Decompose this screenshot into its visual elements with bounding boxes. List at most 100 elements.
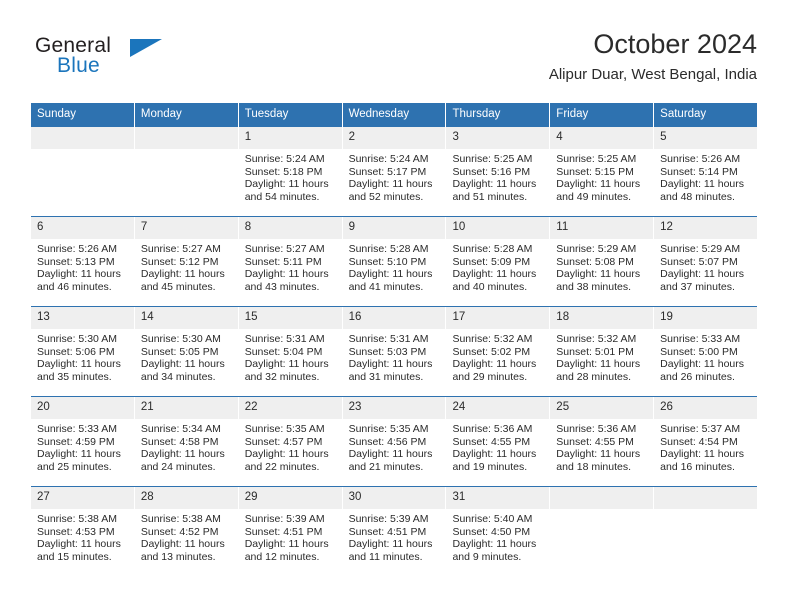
day-number: 24 xyxy=(446,397,550,419)
sunset-text: Sunset: 5:11 PM xyxy=(244,255,322,268)
sunrise-text: Sunrise: 5:33 AM xyxy=(660,333,741,345)
daylight-text: Daylight: 11 hours and 11 minutes. xyxy=(348,538,433,563)
day-cell-18[interactable]: 18 Sunrise: 5:32 AM Sunset: 5:01 PM Dayligh… xyxy=(550,307,655,396)
sunset-text: Sunset: 5:04 PM xyxy=(244,345,323,358)
sunset-text: Sunset: 5:02 PM xyxy=(452,345,531,358)
page-title: October 2024 xyxy=(593,29,757,59)
day-number: 7 xyxy=(134,217,238,239)
day-number: 13 xyxy=(31,307,134,329)
day-cell-27[interactable]: 27 Sunrise: 5:38 AM Sunset: 4:53 PM Dayligh… xyxy=(31,487,135,576)
day-cell-4[interactable]: 4 Sunrise: 5:25 AM Sunset: 5:15 PM Daylight… xyxy=(550,127,655,216)
day-cell-9[interactable]: 9 Sunrise: 5:28 AM Sunset: 5:10 PM Daylight… xyxy=(342,217,447,306)
day-details: Sunrise: 5:33 AM Sunset: 4:59 PM Daylight:… xyxy=(31,419,134,473)
day-cell-22[interactable]: 22 Sunrise: 5:35 AM Sunset: 4:57 PM Dayligh… xyxy=(238,397,343,486)
day-cell-25[interactable]: 25 Sunrise: 5:36 AM Sunset: 4:55 PM Dayligh… xyxy=(550,397,655,486)
sunrise-text: Sunrise: 5:37 AM xyxy=(660,423,741,435)
day-details: Sunrise: 5:32 AM Sunset: 5:02 PM Daylight:… xyxy=(446,329,549,383)
daylight-text: Daylight: 11 hours and 25 minutes. xyxy=(37,448,121,473)
weekday-header-friday: Friday xyxy=(550,103,655,127)
sunrise-text: Sunrise: 5:38 AM xyxy=(37,513,117,525)
sunrise-text: Sunrise: 5:28 AM xyxy=(348,243,429,255)
calendar-weeks: 1 Sunrise: 5:24 AM Sunset: 5:18 PM Daylight… xyxy=(31,127,758,576)
sunset-text: Sunset: 5:13 PM xyxy=(37,255,115,268)
day-cell-1[interactable]: 1 Sunrise: 5:24 AM Sunset: 5:18 PM Daylight… xyxy=(238,127,343,216)
daylight-text: Daylight: 11 hours and 19 minutes. xyxy=(452,448,537,473)
sunset-text: Sunset: 4:54 PM xyxy=(660,435,738,448)
day-cell-17[interactable]: 17 Sunrise: 5:32 AM Sunset: 5:02 PM Dayligh… xyxy=(446,307,551,396)
daylight-text: Daylight: 11 hours and 37 minutes. xyxy=(660,268,745,293)
daylight-text: Daylight: 11 hours and 40 minutes. xyxy=(452,268,537,293)
sunrise-text: Sunrise: 5:39 AM xyxy=(348,513,429,525)
daylight-text: Daylight: 11 hours and 15 minutes. xyxy=(37,538,121,563)
day-number: 27 xyxy=(31,487,134,509)
sunset-text: Sunset: 4:51 PM xyxy=(348,525,427,538)
day-number: 3 xyxy=(446,127,550,149)
daylight-text: Daylight: 11 hours and 38 minutes. xyxy=(556,268,641,293)
day-cell-21[interactable]: 21 Sunrise: 5:34 AM Sunset: 4:58 PM Dayligh… xyxy=(134,397,239,486)
day-cell-13[interactable]: 13 Sunrise: 5:30 AM Sunset: 5:06 PM Dayligh… xyxy=(31,307,135,396)
day-cell-16[interactable]: 16 Sunrise: 5:31 AM Sunset: 5:03 PM Dayligh… xyxy=(342,307,447,396)
sunrise-text: Sunrise: 5:29 AM xyxy=(556,243,637,255)
day-cell-empty xyxy=(654,487,758,576)
sunset-text: Sunset: 4:59 PM xyxy=(37,435,115,448)
day-cell-23[interactable]: 23 Sunrise: 5:35 AM Sunset: 4:56 PM Dayligh… xyxy=(342,397,447,486)
daylight-text: Daylight: 11 hours and 22 minutes. xyxy=(244,448,329,473)
day-number: 23 xyxy=(342,397,446,419)
day-number: 2 xyxy=(342,127,446,149)
day-cell-24[interactable]: 24 Sunrise: 5:36 AM Sunset: 4:55 PM Dayligh… xyxy=(446,397,551,486)
day-details: Sunrise: 5:38 AM Sunset: 4:52 PM Daylight:… xyxy=(135,509,238,563)
weekday-header-wednesday: Wednesday xyxy=(342,103,447,127)
sunrise-text: Sunrise: 5:31 AM xyxy=(244,333,325,345)
day-number: 10 xyxy=(446,217,550,239)
weekday-header-tuesday: Tuesday xyxy=(238,103,343,127)
sunrise-text: Sunrise: 5:33 AM xyxy=(37,423,117,435)
daylight-text: Daylight: 11 hours and 16 minutes. xyxy=(660,448,745,473)
weekday-header-sunday: Sunday xyxy=(31,103,135,127)
day-cell-5[interactable]: 5 Sunrise: 5:26 AM Sunset: 5:14 PM Daylight… xyxy=(654,127,758,216)
sunset-text: Sunset: 4:50 PM xyxy=(452,525,531,538)
day-details: Sunrise: 5:38 AM Sunset: 4:53 PM Daylight:… xyxy=(31,509,134,563)
daylight-text: Daylight: 11 hours and 49 minutes. xyxy=(556,178,641,203)
sunrise-text: Sunrise: 5:30 AM xyxy=(37,333,117,345)
day-number: 22 xyxy=(238,397,342,419)
day-cell-14[interactable]: 14 Sunrise: 5:30 AM Sunset: 5:05 PM Dayligh… xyxy=(134,307,239,396)
day-number: 21 xyxy=(134,397,238,419)
day-cell-7[interactable]: 7 Sunrise: 5:27 AM Sunset: 5:12 PM Daylight… xyxy=(134,217,239,306)
day-cell-2[interactable]: 2 Sunrise: 5:24 AM Sunset: 5:17 PM Daylight… xyxy=(342,127,447,216)
day-number: 4 xyxy=(550,127,654,149)
daylight-text: Daylight: 11 hours and 9 minutes. xyxy=(452,538,537,563)
day-cell-26[interactable]: 26 Sunrise: 5:37 AM Sunset: 4:54 PM Dayligh… xyxy=(654,397,758,486)
day-details: Sunrise: 5:33 AM Sunset: 5:00 PM Daylight:… xyxy=(654,329,757,383)
day-cell-29[interactable]: 29 Sunrise: 5:39 AM Sunset: 4:51 PM Dayligh… xyxy=(238,487,343,576)
day-cell-10[interactable]: 10 Sunrise: 5:28 AM Sunset: 5:09 PM Dayligh… xyxy=(446,217,551,306)
day-cell-3[interactable]: 3 Sunrise: 5:25 AM Sunset: 5:16 PM Daylight… xyxy=(446,127,551,216)
calendar-week-row: 1 Sunrise: 5:24 AM Sunset: 5:18 PM Daylight… xyxy=(31,127,758,216)
day-number: 19 xyxy=(654,307,758,329)
sunset-text: Sunset: 4:57 PM xyxy=(244,435,323,448)
sunset-text: Sunset: 5:10 PM xyxy=(348,255,427,268)
sunset-text: Sunset: 4:53 PM xyxy=(37,525,115,538)
day-details: Sunrise: 5:39 AM Sunset: 4:51 PM Daylight:… xyxy=(343,509,446,563)
day-number: 31 xyxy=(446,487,550,509)
day-cell-8[interactable]: 8 Sunrise: 5:27 AM Sunset: 5:11 PM Daylight… xyxy=(238,217,343,306)
day-details: Sunrise: 5:39 AM Sunset: 4:51 PM Daylight:… xyxy=(239,509,342,563)
sunrise-text: Sunrise: 5:26 AM xyxy=(660,153,741,165)
day-cell-empty xyxy=(134,127,239,216)
day-cell-6[interactable]: 6 Sunrise: 5:26 AM Sunset: 5:13 PM Daylight… xyxy=(31,217,135,306)
day-cell-28[interactable]: 28 Sunrise: 5:38 AM Sunset: 4:52 PM Dayligh… xyxy=(134,487,239,576)
day-details xyxy=(550,509,653,513)
day-cell-19[interactable]: 19 Sunrise: 5:33 AM Sunset: 5:00 PM Dayligh… xyxy=(654,307,758,396)
day-cell-11[interactable]: 11 Sunrise: 5:29 AM Sunset: 5:08 PM Dayligh… xyxy=(550,217,655,306)
day-cell-12[interactable]: 12 Sunrise: 5:29 AM Sunset: 5:07 PM Dayligh… xyxy=(654,217,758,306)
sunset-text: Sunset: 5:09 PM xyxy=(452,255,531,268)
sunset-text: Sunset: 4:51 PM xyxy=(244,525,323,538)
day-details: Sunrise: 5:29 AM Sunset: 5:08 PM Daylight:… xyxy=(550,239,653,293)
title-block: October 2024 Alipur Duar, West Bengal, I… xyxy=(549,28,757,86)
day-cell-30[interactable]: 30 Sunrise: 5:39 AM Sunset: 4:51 PM Dayligh… xyxy=(342,487,447,576)
day-number: 5 xyxy=(654,127,758,149)
day-cell-15[interactable]: 15 Sunrise: 5:31 AM Sunset: 5:04 PM Dayligh… xyxy=(238,307,343,396)
day-cell-20[interactable]: 20 Sunrise: 5:33 AM Sunset: 4:59 PM Dayligh… xyxy=(31,397,135,486)
sunset-text: Sunset: 5:15 PM xyxy=(556,165,634,178)
day-details: Sunrise: 5:32 AM Sunset: 5:01 PM Daylight:… xyxy=(550,329,653,383)
day-cell-31[interactable]: 31 Sunrise: 5:40 AM Sunset: 4:50 PM Dayligh… xyxy=(446,487,551,576)
